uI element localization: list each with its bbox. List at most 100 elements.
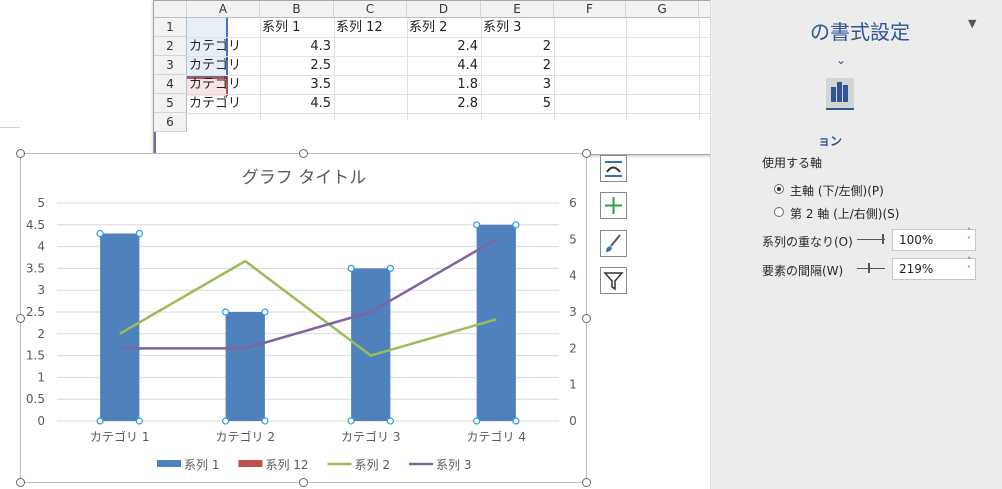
data-cell[interactable]: 3: [483, 75, 551, 94]
resize-handle[interactable]: [16, 149, 25, 158]
y-tick-label: 1: [37, 370, 45, 384]
bar-selection-handle[interactable]: [222, 417, 230, 425]
data-cell[interactable]: カテゴリ: [189, 94, 257, 113]
column-header[interactable]: A: [187, 1, 260, 18]
chart-elements-button[interactable]: [600, 192, 627, 219]
y2-tick-label: 2: [569, 341, 577, 355]
bar-selection-handle[interactable]: [347, 417, 355, 425]
data-cell[interactable]: 2.5: [262, 56, 331, 75]
gap-slider[interactable]: [857, 268, 885, 269]
resize-handle[interactable]: [16, 314, 25, 323]
bar-selection-handle[interactable]: [135, 417, 143, 425]
resize-handle[interactable]: [582, 314, 591, 323]
primary-axis-radio[interactable]: [774, 184, 784, 194]
cell-header[interactable]: 系列 12: [336, 18, 405, 37]
data-cell[interactable]: 2: [483, 56, 551, 75]
data-cell[interactable]: 2: [483, 37, 551, 56]
y-tick-label: 5: [37, 196, 45, 210]
data-cell[interactable]: 1.8: [409, 75, 478, 94]
cell-header[interactable]: 系列 1: [262, 18, 332, 37]
column-header[interactable]: F: [554, 1, 626, 18]
bar-selection-handle[interactable]: [386, 417, 394, 425]
secondary-axis-radio[interactable]: [774, 207, 784, 217]
chart-styles-button[interactable]: [600, 230, 627, 257]
brush-icon: [606, 234, 621, 252]
row-header[interactable]: 5: [154, 94, 187, 113]
bar-selection-handle[interactable]: [135, 229, 143, 238]
y-tick-label: 3: [37, 283, 45, 297]
legend-entry[interactable]: 系列 3: [436, 458, 471, 472]
data-cell[interactable]: カテゴリ: [189, 37, 257, 56]
overlap-spinner[interactable]: 100% ˄ ˅: [892, 227, 976, 251]
cell-header[interactable]: 系列 3: [483, 18, 552, 37]
data-cell[interactable]: 3.5: [262, 75, 331, 94]
column-header[interactable]: B: [260, 1, 334, 18]
bar-selection-handle[interactable]: [222, 308, 230, 316]
gap-slider-thumb[interactable]: [868, 263, 870, 273]
resize-handle[interactable]: [582, 149, 591, 158]
gap-spinner[interactable]: 219% ˄ ˅: [892, 256, 976, 280]
resize-handle[interactable]: [299, 149, 308, 158]
section-header[interactable]: ョン: [818, 132, 842, 149]
filter-icon: [603, 272, 624, 291]
bar-selection-handle[interactable]: [512, 417, 520, 425]
bar-selection-handle[interactable]: [261, 417, 269, 425]
chart-layout-button[interactable]: [600, 155, 627, 182]
column-header[interactable]: E: [481, 1, 554, 18]
overlap-value[interactable]: 100%: [899, 233, 933, 247]
row-header[interactable]: 1: [154, 18, 187, 37]
y-tick-label: 0: [37, 414, 45, 428]
y2-tick-label: 5: [569, 232, 577, 246]
chart-title[interactable]: グラフ タイトル: [242, 168, 366, 188]
grid-line: [260, 18, 261, 120]
chevron-down-icon[interactable]: ⌄: [836, 53, 846, 67]
spinner-arrows-icon[interactable]: ˄ ˅: [967, 227, 971, 245]
row-header[interactable]: 2: [154, 37, 187, 56]
bar-selection-handle[interactable]: [261, 308, 269, 316]
column-header[interactable]: C: [334, 1, 407, 18]
row-header[interactable]: 6: [154, 113, 187, 132]
data-cell[interactable]: 2.4: [409, 37, 478, 56]
column-header[interactable]: D: [407, 1, 481, 18]
bar[interactable]: [225, 312, 265, 421]
data-cell[interactable]: 5: [483, 94, 551, 113]
bar-selection-handle[interactable]: [96, 417, 104, 425]
bar-selection-handle[interactable]: [347, 264, 355, 273]
resize-handle[interactable]: [582, 478, 591, 487]
resize-handle[interactable]: [16, 478, 25, 487]
gap-value[interactable]: 219%: [899, 262, 933, 276]
data-cell[interactable]: カテゴリ: [189, 56, 257, 75]
data-cell[interactable]: 2.8: [409, 94, 478, 113]
legend-entry[interactable]: 系列 1: [184, 458, 219, 472]
data-cell[interactable]: 4.5: [262, 94, 331, 113]
overlap-slider[interactable]: [857, 239, 885, 240]
chart-area[interactable]: グラフ タイトル 0 0.5 1 1.5 2 2.5 3 3.5 4 4.5 5 0 1 2 3 4 5 6 カテゴ…: [16, 149, 591, 487]
data-cell[interactable]: カテゴリ: [189, 75, 257, 94]
x-tick-label: カテゴリ 4: [467, 429, 526, 444]
bar-selection-handle[interactable]: [512, 221, 520, 229]
grid-line: [699, 18, 700, 120]
bar-selection-handle[interactable]: [96, 229, 104, 238]
bar-selection-handle[interactable]: [386, 264, 394, 273]
primary-axis-label[interactable]: 主軸 (下/左側)(P): [790, 182, 884, 199]
series-line[interactable]: [119, 259, 497, 357]
chart-filters-button[interactable]: [600, 267, 627, 294]
bar-selection-handle[interactable]: [473, 417, 481, 425]
data-cell[interactable]: 4.3: [262, 37, 331, 56]
cell-header[interactable]: 系列 2: [409, 18, 479, 37]
row-header[interactable]: 3: [154, 56, 187, 75]
legend-entry[interactable]: 系列 12: [265, 458, 308, 472]
panel-menu-icon[interactable]: ▼: [968, 17, 976, 30]
bar-selection-handle[interactable]: [473, 221, 481, 229]
resize-handle[interactable]: [299, 478, 308, 487]
spinner-arrows-icon[interactable]: ˄ ˅: [967, 256, 971, 274]
overlap-slider-thumb[interactable]: [882, 234, 884, 244]
secondary-axis-label[interactable]: 第 2 軸 (上/右側)(S): [790, 205, 899, 222]
series-options-tab[interactable]: [826, 78, 854, 110]
series-line[interactable]: [119, 238, 497, 350]
column-header[interactable]: G: [626, 1, 699, 18]
legend-entry[interactable]: 系列 2: [355, 458, 390, 472]
row-header[interactable]: 4: [154, 75, 187, 94]
select-all-corner[interactable]: [154, 1, 187, 18]
data-cell[interactable]: 4.4: [409, 56, 478, 75]
